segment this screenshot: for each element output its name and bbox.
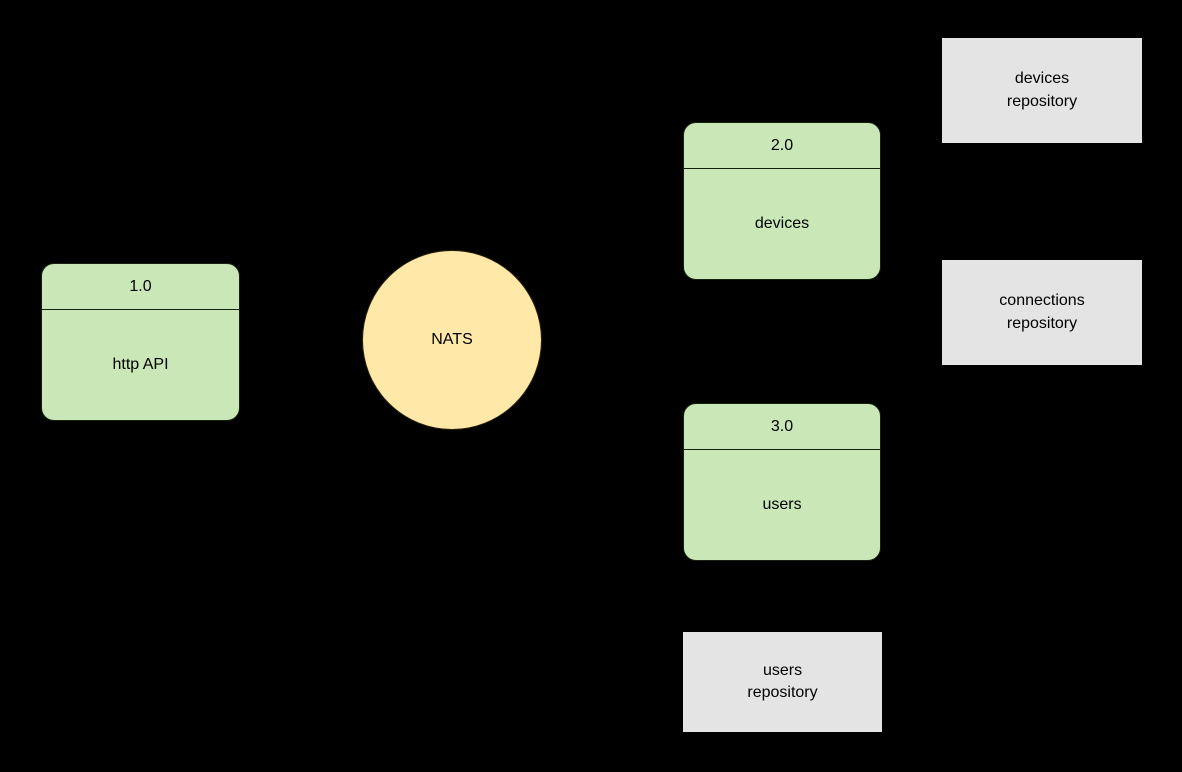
process-id-label: 2.0 <box>684 123 880 169</box>
message-broker-nats[interactable]: NATS <box>362 250 542 430</box>
process-node-users[interactable]: 3.0 users <box>683 403 881 561</box>
datastore-label: connections repository <box>999 292 1085 332</box>
process-id-label: 1.0 <box>42 264 239 310</box>
datastore-users-repository[interactable]: users repository <box>683 632 882 732</box>
process-name-label: devices <box>754 215 810 233</box>
process-node-devices[interactable]: 2.0 devices <box>683 122 881 280</box>
process-node-http-api[interactable]: 1.0 http API <box>41 263 240 421</box>
process-name-label: http API <box>112 356 169 374</box>
diagram-canvas: 1.0 http API NATS 2.0 devices 3.0 users … <box>0 0 1182 772</box>
datastore-label: devices repository <box>1006 70 1078 110</box>
datastore-connections-repository[interactable]: connections repository <box>942 260 1142 365</box>
broker-label: NATS <box>431 331 473 348</box>
datastore-label: users repository <box>747 661 818 701</box>
datastore-devices-repository[interactable]: devices repository <box>942 38 1142 143</box>
process-name-label: users <box>762 496 802 514</box>
process-id-label: 3.0 <box>684 404 880 450</box>
